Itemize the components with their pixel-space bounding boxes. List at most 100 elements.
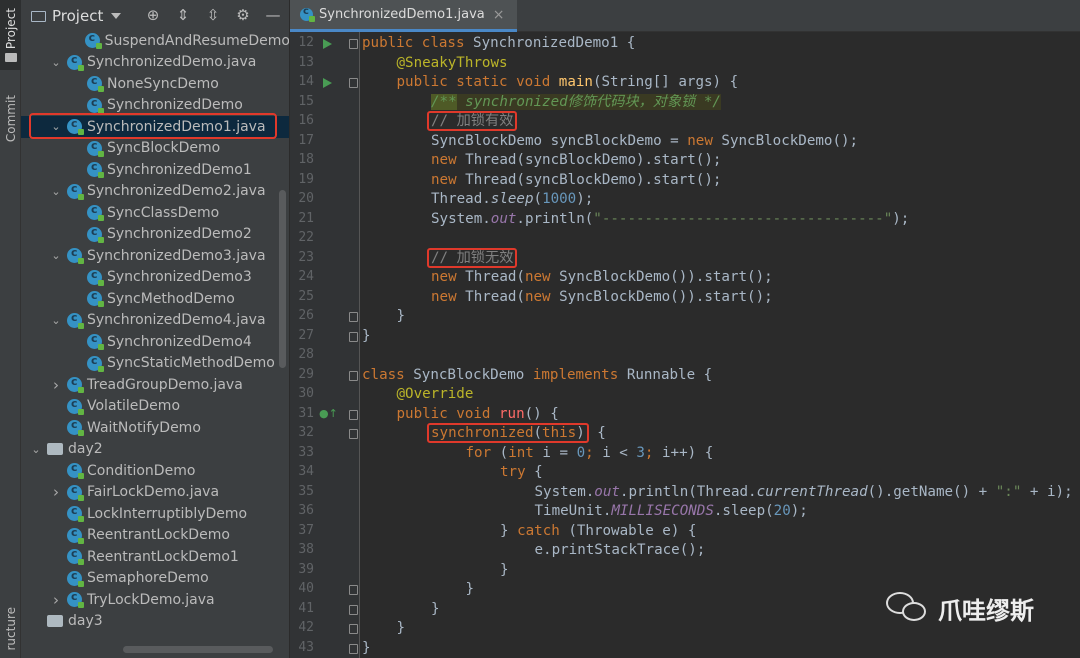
tree-item[interactable]: › TryLockDemo.java (21, 589, 289, 611)
tree-item-label: WaitNotifyDemo (87, 419, 201, 436)
code-token: SyncBlockDemo(); (721, 132, 859, 149)
chevron-right-icon[interactable]: › (49, 483, 63, 501)
code-token: e.printStackTrace(); (534, 542, 706, 558)
tree-item[interactable]: VolatileDemo (21, 396, 289, 418)
tree-item[interactable]: SyncStaticMethodDemo (21, 353, 289, 375)
code-area[interactable]: public class SynchronizedDemo1 {@SneakyT… (360, 32, 1080, 658)
tree-item[interactable]: SyncMethodDemo (21, 288, 289, 310)
code-line: new Thread(syncBlockDemo).start(); (431, 151, 721, 171)
editor-tab-active[interactable]: SynchronizedDemo1.java × (290, 0, 517, 32)
line-number: 15 (298, 93, 314, 109)
code-token: currentThread (756, 483, 868, 500)
locate-target-icon[interactable]: ⊕ (144, 6, 162, 24)
chevron-down-icon[interactable]: ⌄ (49, 249, 63, 262)
chevron-down-icon[interactable] (111, 13, 122, 19)
code-token: new (687, 132, 722, 149)
code-token: i++) { (662, 444, 714, 461)
fold-icon[interactable] (349, 370, 358, 381)
chevron-down-icon[interactable]: ⌄ (49, 56, 63, 69)
code-token: new (431, 269, 466, 285)
project-folder-icon (31, 10, 46, 22)
fold-icon[interactable] (349, 78, 358, 88)
code-line: @SneakyThrows (397, 54, 508, 74)
tree-item[interactable]: ⌄ SynchronizedDemo.java (21, 52, 289, 74)
fold-icon[interactable] (349, 312, 358, 322)
tree-item[interactable]: SyncClassDemo (21, 202, 289, 224)
chevron-right-icon[interactable]: › (49, 376, 63, 394)
code-token: i = (542, 444, 577, 461)
horizontal-scrollbar[interactable] (123, 646, 273, 653)
code-token: ().getName() + (867, 483, 996, 500)
tree-item[interactable]: ReentrantLockDemo1 (21, 546, 289, 568)
java-class-icon (67, 418, 84, 437)
fold-icon[interactable] (349, 331, 358, 342)
tree-folder[interactable]: day3 (21, 611, 289, 633)
fold-icon[interactable] (349, 409, 358, 420)
code-token: } (500, 561, 509, 578)
tree-item[interactable]: SyncBlockDemo (21, 138, 289, 160)
tool-tab-structure[interactable]: ructure (0, 600, 21, 658)
line-number: 38 (298, 542, 314, 557)
hide-panel-icon[interactable]: — (264, 6, 282, 24)
java-class-icon (67, 246, 84, 265)
code-token: SynchronizedDemo1 { (473, 35, 636, 51)
tree-item[interactable]: SynchronizedDemo2 (21, 224, 289, 246)
vertical-scrollbar[interactable] (279, 190, 286, 368)
close-icon[interactable]: × (493, 7, 505, 23)
tool-tab-project[interactable]: Project (0, 0, 21, 70)
expand-all-icon[interactable]: ⇕ (174, 6, 192, 24)
tree-folder[interactable]: ⌄ day2 (21, 439, 289, 461)
line-number: 18 (298, 152, 314, 167)
code-token: } (465, 581, 475, 597)
tool-tab-structure-label: ructure (3, 607, 18, 651)
highlight-box: // 加锁无效 (427, 247, 518, 268)
fold-icon[interactable] (349, 585, 358, 595)
tree-item[interactable]: ⌄ SynchronizedDemo4.java (21, 310, 289, 332)
project-view-selector[interactable]: Project (52, 7, 103, 25)
override-icon[interactable]: ●↑ (319, 407, 338, 420)
tool-tab-commit[interactable]: Commit (0, 86, 21, 152)
tree-item[interactable]: SuspendAndResumeDemo (21, 30, 289, 52)
tree-item[interactable]: ConditionDemo (21, 460, 289, 482)
code-token: sleep (490, 191, 534, 207)
code-token: Thread. (431, 191, 491, 207)
code-token: ( (533, 191, 543, 207)
fold-icon[interactable] (349, 643, 358, 654)
tree-item[interactable]: SynchronizedDemo3 (21, 267, 289, 289)
fold-icon[interactable] (349, 39, 358, 49)
chevron-right-icon[interactable]: › (49, 591, 63, 609)
fold-icon[interactable] (349, 429, 358, 439)
code-token: } (362, 327, 371, 344)
code-token: } (396, 620, 406, 636)
run-icon[interactable] (323, 39, 332, 49)
code-line: } (362, 639, 371, 658)
tree-item[interactable]: SynchronizedDemo4 (21, 331, 289, 353)
tree-item[interactable]: ReentrantLockDemo (21, 525, 289, 547)
code-line: } catch (Throwable e) { (500, 522, 696, 542)
tree-item[interactable]: ⌄ SynchronizedDemo3.java (21, 245, 289, 267)
code-token: ; (585, 444, 603, 461)
chevron-down-icon[interactable]: ⌄ (49, 314, 63, 327)
java-class-icon (67, 590, 84, 609)
code-line: } (397, 307, 406, 327)
collapse-all-icon[interactable]: ⇳ (204, 6, 222, 24)
run-icon[interactable] (323, 78, 332, 88)
folder-icon (47, 615, 63, 628)
fold-icon[interactable] (349, 624, 358, 634)
code-token: 1000 (542, 191, 577, 207)
line-number: 22 (298, 230, 314, 245)
code-token: (Throwable e) { (568, 522, 697, 539)
tree-item[interactable]: › TreadGroupDemo.java (21, 374, 289, 396)
tree-item[interactable]: LockInterruptiblyDemo (21, 503, 289, 525)
tree-item[interactable]: SynchronizedDemo1 (21, 159, 289, 181)
tree-item[interactable]: WaitNotifyDemo (21, 417, 289, 439)
gear-icon[interactable]: ⚙ (234, 6, 252, 24)
fold-icon[interactable] (349, 604, 358, 615)
tree-item[interactable]: SemaphoreDemo (21, 568, 289, 590)
tree-item-label: SynchronizedDemo3 (107, 269, 252, 286)
chevron-down-icon[interactable]: ⌄ (29, 443, 43, 456)
chevron-down-icon[interactable]: ⌄ (49, 185, 63, 198)
tree-item[interactable]: NoneSyncDemo (21, 73, 289, 95)
tree-item[interactable]: › FairLockDemo.java (21, 482, 289, 504)
tree-item[interactable]: ⌄ SynchronizedDemo2.java (21, 181, 289, 203)
